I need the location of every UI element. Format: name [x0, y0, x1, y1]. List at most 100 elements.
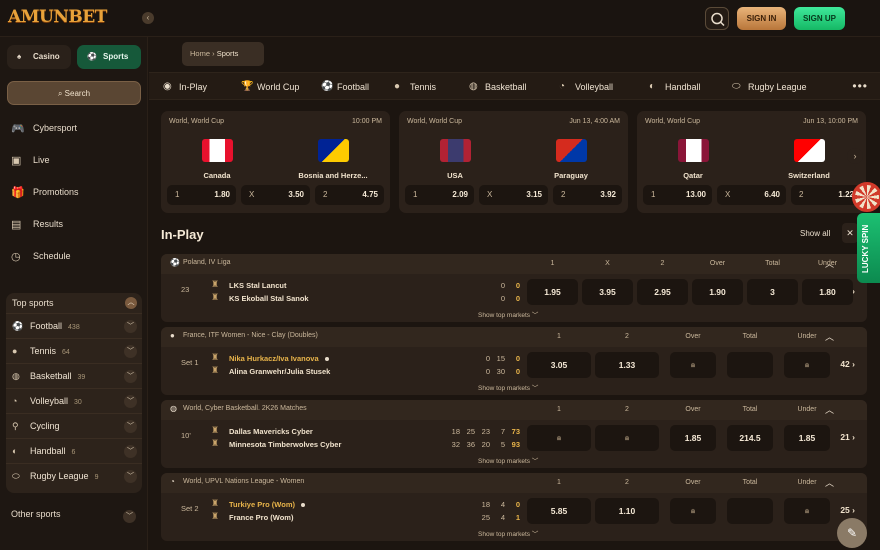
- sidebar-item-live[interactable]: ▣ Live: [11, 152, 50, 168]
- chevron-down-icon[interactable]: ﹀: [124, 345, 137, 358]
- show-top-markets-link[interactable]: Show top markets ﹀: [478, 528, 538, 538]
- chevron-down-icon[interactable]: ﹀: [124, 445, 137, 458]
- show-top-markets-label: Show top markets: [478, 458, 531, 465]
- more-markets-link[interactable]: 42 ›: [840, 359, 855, 369]
- tab-in-play[interactable]: ◉ In-Play: [161, 73, 207, 101]
- sign-up-button[interactable]: SIGN UP: [794, 7, 845, 30]
- odds-button[interactable]: X 6.40: [717, 185, 786, 205]
- sidebar-sport-handball[interactable]: ◐ Handball 6 ﹀: [6, 438, 142, 463]
- sports-button[interactable]: ⚽ Sports: [77, 45, 141, 69]
- lock-icon: 🔒︎: [690, 506, 696, 515]
- odds-button[interactable]: 2 3.92: [553, 185, 622, 205]
- odds-button[interactable]: 2.95: [637, 279, 688, 305]
- sidebar-sport-tennis[interactable]: ● Tennis 64 ﹀: [6, 338, 142, 363]
- show-top-markets-link[interactable]: Show top markets ﹀: [478, 309, 538, 319]
- score-value: 5: [500, 440, 505, 449]
- odds-button[interactable]: 1 13.00: [643, 185, 712, 205]
- sidebar-item-cybersport[interactable]: 🎮 Cybersport: [11, 120, 77, 136]
- tab-handball[interactable]: ◐ Handball: [647, 73, 701, 101]
- chevron-down-icon[interactable]: ﹀: [124, 395, 137, 408]
- lucky-spin-button[interactable]: LUCKY SPIN: [857, 213, 880, 283]
- show-top-markets-link[interactable]: Show top markets ﹀: [478, 382, 538, 392]
- odds-label: 2: [561, 190, 566, 199]
- more-markets-link[interactable]: 25 ›: [840, 505, 855, 515]
- odds-button[interactable]: 3.95: [582, 279, 633, 305]
- collapse-sidebar-button[interactable]: ‹: [142, 12, 154, 24]
- odds-button[interactable]: 1.85: [784, 425, 830, 451]
- odds-button[interactable]: 2 4.75: [315, 185, 384, 205]
- top-sports-header[interactable]: Top sports ︿: [6, 293, 142, 313]
- sidebar-sport-rugby-league[interactable]: ⬭ Rugby League 9 ﹀: [6, 463, 142, 488]
- header-search-button[interactable]: [705, 7, 729, 30]
- chevron-down-icon[interactable]: ﹀: [124, 370, 137, 383]
- tab-volleyball[interactable]: ◔ Volleyball: [557, 73, 613, 101]
- close-icon[interactable]: ✕: [842, 223, 858, 243]
- sidebar-sport-volleyball[interactable]: ◔ Volleyball 30 ﹀: [6, 388, 142, 413]
- odds-button[interactable]: X 3.50: [241, 185, 310, 205]
- tab-football[interactable]: ⚽ Football: [319, 73, 369, 101]
- score-value: 73: [511, 427, 520, 436]
- odds-button[interactable]: 1.90: [692, 279, 743, 305]
- sidebar-item-label: Live: [33, 155, 50, 165]
- sidebar-sport-football[interactable]: ⚽ Football 438 ﹀: [6, 313, 142, 338]
- more-markets-link[interactable]: 21 ›: [840, 432, 855, 442]
- more-tabs-icon[interactable]: •••: [852, 73, 868, 99]
- show-all-link[interactable]: Show all: [800, 229, 830, 238]
- rugby-ball-icon: ⬭: [12, 471, 20, 481]
- odds-button[interactable]: 1.85: [670, 425, 716, 451]
- score-value: 36: [466, 440, 475, 449]
- odds-button[interactable]: 1.80: [802, 279, 853, 305]
- sign-in-button[interactable]: SIGN IN: [737, 7, 786, 30]
- odds-button[interactable]: 214.5: [727, 425, 773, 451]
- odds-button[interactable]: 1.95: [527, 279, 578, 305]
- sidebar-item-label: Promotions: [33, 187, 79, 197]
- odds-button[interactable]: 1.10: [595, 498, 659, 524]
- tab-tennis[interactable]: ● Tennis: [392, 73, 436, 101]
- sidebar-item-promotions[interactable]: 🎁 Promotions: [11, 184, 79, 200]
- odds-button[interactable]: 2 1.22: [791, 185, 860, 205]
- odds-button[interactable]: [727, 498, 773, 524]
- inplay-event[interactable]: ◍ World, Cyber Basketball. 2K26 Matches ︿ 1…: [161, 400, 867, 468]
- tab-label: Volleyball: [575, 82, 614, 92]
- show-top-markets-link[interactable]: Show top markets ﹀: [478, 455, 538, 465]
- brand-logo[interactable]: AMUNBET: [8, 7, 107, 27]
- odds-button[interactable]: 5.85: [527, 498, 591, 524]
- odds-button[interactable]: 3: [747, 279, 798, 305]
- carousel-next-button[interactable]: ›: [847, 148, 863, 164]
- chevron-down-icon[interactable]: ﹀: [124, 470, 137, 483]
- market-column-header: Total: [765, 260, 780, 267]
- odds-button[interactable]: X 3.15: [479, 185, 548, 205]
- sidebar-item-schedule[interactable]: ◷ Schedule: [11, 248, 71, 264]
- odds-button[interactable]: 1 2.09: [405, 185, 474, 205]
- tab-rugby-league[interactable]: ⬭ Rugby League: [730, 73, 807, 101]
- chevron-down-icon[interactable]: ﹀: [124, 320, 137, 333]
- sidebar-item-results[interactable]: ▤ Results: [11, 216, 63, 232]
- chevron-down-icon[interactable]: ﹀: [123, 510, 136, 523]
- lucky-spin-label: LUCKY SPIN: [861, 224, 870, 273]
- odds-button[interactable]: 3.05: [527, 352, 591, 378]
- tab-basketball[interactable]: ◍ Basketball: [467, 73, 527, 101]
- lucky-wheel-icon[interactable]: [852, 182, 880, 212]
- sidebar-search-button[interactable]: ⌕ Search: [7, 81, 141, 105]
- breadcrumb-home[interactable]: Home: [190, 49, 210, 58]
- chevron-up-icon[interactable]: ︿: [125, 297, 137, 309]
- odds-button[interactable]: 1.33: [595, 352, 659, 378]
- featured-match-card[interactable]: World, World Cup 10:00 PM Canada Bosnia and…: [161, 111, 390, 213]
- featured-match-card[interactable]: World, World Cup Jun 13, 10:00 PM Qatar Swi…: [637, 111, 866, 213]
- odds-button[interactable]: 1 1.80: [167, 185, 236, 205]
- sidebar-sport-basketball[interactable]: ◍ Basketball 39 ﹀: [6, 363, 142, 388]
- tab-world-cup[interactable]: 🏆 World Cup: [239, 73, 299, 101]
- chevron-down-icon[interactable]: ﹀: [124, 420, 137, 433]
- inplay-event[interactable]: ● France, ITF Women - Nice - Clay (Double…: [161, 327, 867, 395]
- other-sports-label[interactable]: Other sports: [11, 509, 61, 519]
- odds-button[interactable]: [727, 352, 773, 378]
- volleyball-icon: ◔: [559, 81, 566, 92]
- inplay-event[interactable]: ◔ World, UPVL Nations League - Women ︿ Set …: [161, 473, 867, 541]
- sport-label: Football: [30, 321, 63, 331]
- sidebar-sport-cycling[interactable]: ⚲ Cycling ﹀: [6, 413, 142, 438]
- inplay-event[interactable]: ⚽ Poland, IV Liga ︿ 23 ♜ ♜ LKS Stal Lancut KS E…: [161, 254, 867, 322]
- featured-match-card[interactable]: World, World Cup Jun 13, 4:00 AM USA Paragu…: [399, 111, 628, 213]
- betslip-ticket-icon[interactable]: ✎: [837, 518, 867, 548]
- market-column-header: 2: [625, 406, 629, 413]
- casino-button[interactable]: ♠ Casino: [7, 45, 71, 69]
